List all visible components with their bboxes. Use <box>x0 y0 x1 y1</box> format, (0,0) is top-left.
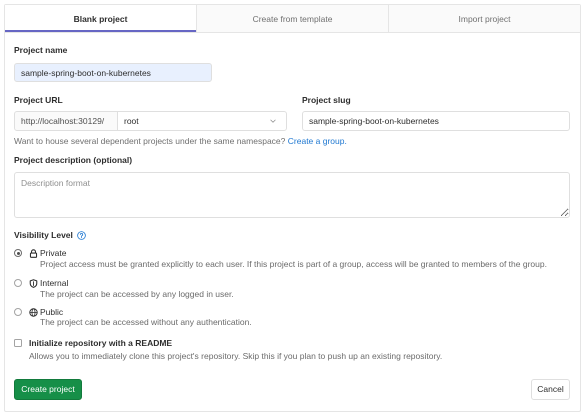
project-description-textarea[interactable] <box>14 172 570 218</box>
tab-import-project[interactable]: Import project <box>389 5 580 32</box>
namespace-help-text: Want to house several dependent projects… <box>14 136 347 147</box>
project-url-prefix-text: http://localhost:30129/ <box>21 116 105 126</box>
tab-create-from-template[interactable]: Create from template <box>197 5 389 32</box>
chevron-down-icon <box>270 119 276 123</box>
visibility-private-label: Private <box>40 248 67 258</box>
visibility-public-radio[interactable] <box>14 308 22 316</box>
tab-label: Import project <box>458 13 511 24</box>
visibility-internal-description: The project can be accessed by any logge… <box>40 288 234 299</box>
visibility-internal-label: Internal <box>40 278 69 288</box>
visibility-internal-radio[interactable] <box>14 279 22 287</box>
create-project-button[interactable]: Create project <box>14 379 82 400</box>
visibility-level-label: Visibility Level <box>14 229 73 240</box>
lock-icon <box>29 248 38 258</box>
project-url-prefix: http://localhost:30129/ <box>14 111 118 131</box>
create-group-link[interactable]: Create a group. <box>288 136 347 146</box>
globe-icon <box>29 307 38 317</box>
cancel-button[interactable]: Cancel <box>531 379 570 400</box>
visibility-public-label: Public <box>40 307 64 317</box>
readme-description: Allows you to immediately clone this pro… <box>29 350 443 361</box>
visibility-private-description: Project access must be granted explicitl… <box>40 258 547 269</box>
project-name-label: Project name <box>14 44 68 55</box>
visibility-option-private[interactable]: Private <box>14 248 66 259</box>
readme-label: Initialize repository with a README <box>29 337 173 348</box>
namespace-select-value: root <box>124 116 139 126</box>
tab-label: Create from template <box>252 13 333 24</box>
project-slug-label: Project slug <box>302 94 351 105</box>
visibility-level-heading: Visibility Level <box>14 230 86 241</box>
readme-checkbox[interactable] <box>14 339 22 347</box>
tab-blank-project[interactable]: Blank project <box>5 5 197 32</box>
visibility-public-description: The project can be accessed without any … <box>40 316 252 327</box>
visibility-private-radio[interactable] <box>14 249 22 257</box>
tab-label: Blank project <box>73 13 128 24</box>
project-name-input[interactable] <box>14 63 212 82</box>
namespace-select[interactable]: root <box>117 111 287 131</box>
namespace-help-message: Want to house several dependent projects… <box>14 135 286 146</box>
shield-icon <box>29 278 38 288</box>
initialize-readme-option[interactable]: Initialize repository with a README <box>14 338 172 349</box>
question-circle-icon[interactable] <box>77 230 86 240</box>
visibility-option-internal[interactable]: Internal <box>14 278 68 289</box>
project-url-label: Project URL <box>14 94 63 105</box>
project-slug-input[interactable] <box>302 111 570 131</box>
project-type-tabs: Blank project Create from template Impor… <box>5 5 580 33</box>
project-description-label: Project description (optional) <box>14 154 133 165</box>
